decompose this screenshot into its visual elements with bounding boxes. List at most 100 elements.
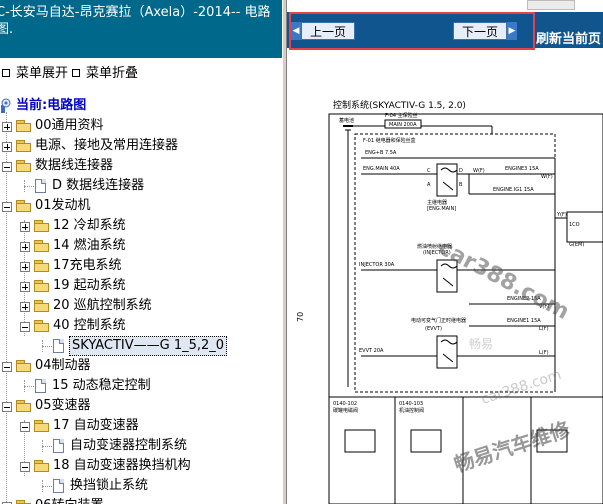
tree-item-shift-mechanism[interactable]: 18 自动变速器换挡机构 [0, 456, 282, 476]
document-icon [53, 479, 64, 493]
current-location-icon [1, 98, 11, 113]
tree-item-cooling[interactable]: 12 冷却系统 [0, 216, 282, 236]
pin-label: W(F) [473, 168, 485, 174]
tree-item-label: 06转向装置 [35, 496, 104, 504]
tree-item-control-system[interactable]: 40 控制系统 [0, 316, 282, 336]
tree-item-label: 00通用资料 [35, 118, 104, 133]
engine-igt-fuse-label: ENGINE.IG1 15A [493, 187, 534, 193]
tree-item-label: 19 起动系统 [53, 278, 126, 293]
collapse-toggle-icon[interactable] [20, 422, 30, 432]
folder-icon [34, 280, 50, 292]
nav-highlight-box [289, 12, 535, 50]
tree-item-shift-lock[interactable]: 换挡锁止系统 [0, 476, 282, 496]
collapse-all-button[interactable]: 菜单折叠 [72, 62, 138, 81]
collapse-toggle-icon[interactable] [2, 162, 12, 172]
tree-root[interactable]: 当前:电路图 [0, 96, 282, 116]
square-bullet-icon [2, 68, 10, 77]
expand-all-label: 菜单展开 [16, 66, 69, 81]
evvt-relay-label-en: (EVVT) [425, 326, 442, 332]
wiring-diagram: 70 控制系统(SKYACTIV-G 1.5, 2.0) 蓄电池 F-04 主保… [296, 99, 603, 504]
tree-item-label: 电源、接地及常用连接器 [35, 138, 179, 153]
tree-item-label: 20 巡航控制系统 [53, 298, 152, 313]
tree-item-brakes[interactable]: 04制动器 [0, 356, 282, 376]
folder-icon [16, 120, 32, 132]
tree-item-label: 14 燃油系统 [53, 238, 126, 253]
diagram-pane: ◀ 上一页 下一页 ▶ 刷新当前页 70 控制系统(SKYACTIV-G 1.5… [287, 0, 603, 504]
expand-toggle-icon[interactable] [20, 262, 30, 272]
main-relay-label-en: [ENG.MAIN] [427, 206, 456, 212]
collapse-all-label: 菜单折叠 [86, 66, 139, 81]
left-pane: C-长安马自达-昂克赛拉（Axela）-2014-- 电路图. 菜单展开 菜单折… [0, 0, 282, 504]
refresh-page-button[interactable]: 刷新当前页 [536, 28, 601, 47]
folder-icon [34, 300, 50, 312]
tree-item-transmission[interactable]: 05变速器 [0, 396, 282, 416]
tree-item-label: 15 动态稳定控制 [52, 378, 151, 393]
folder-icon [16, 140, 32, 152]
toolbar-stub [527, 0, 575, 10]
collapse-toggle-icon[interactable] [2, 202, 12, 212]
collapse-toggle-icon[interactable] [20, 462, 30, 472]
expand-toggle-icon[interactable] [2, 142, 12, 152]
tree-item-data-link[interactable]: 数据线连接器 [0, 156, 282, 176]
expand-toggle-icon[interactable] [20, 222, 30, 232]
pin-label: D [459, 168, 463, 174]
expand-toggle-icon[interactable] [2, 122, 12, 132]
tree-item-label: 17 自动变速器 [53, 418, 139, 433]
open-folder-icon [34, 460, 50, 472]
folder-icon [16, 500, 32, 504]
tree-item-label: 04制动器 [35, 358, 91, 373]
tree-item-steering[interactable]: 06转向装置 [0, 496, 282, 504]
pin-label: L(F) [539, 326, 549, 332]
watermark-text: car388.com [479, 367, 563, 408]
tree-item-auto-trans[interactable]: 17 自动变速器 [0, 416, 282, 436]
tree-item-engine[interactable]: 01发动机 [0, 196, 282, 216]
pin-label: A [427, 182, 431, 188]
eng-b-fuse-label: ENG+B 7.5A [365, 150, 397, 156]
f01-box-label: F-01 继电器和保险丝盒 [363, 137, 416, 144]
tree-item-label: 换挡锁止系统 [70, 478, 149, 493]
injector-fuse-label: INJECTOR 30A [359, 262, 395, 268]
tree-item-label: 数据线连接器 [35, 158, 114, 173]
collapse-toggle-icon[interactable] [2, 362, 12, 372]
tree-item-label: SKYACTIV——G 1_5,2_0 [69, 336, 228, 356]
pin-label: G(EM) [569, 242, 584, 248]
open-folder-icon [34, 420, 50, 432]
tree-item-general-info[interactable]: 00通用资料 [0, 116, 282, 136]
expand-all-button[interactable]: 菜单展开 [2, 62, 68, 81]
tree-item-skyactiv-selected[interactable]: SKYACTIV——G 1_5,2_0 [0, 336, 282, 356]
expand-toggle-icon[interactable] [20, 302, 30, 312]
tree-item-cruise[interactable]: 20 巡航控制系统 [0, 296, 282, 316]
tree-item-power-ground[interactable]: 电源、接地及常用连接器 [0, 136, 282, 156]
evvt-fuse-label: EVVT 20A [359, 348, 384, 354]
tree-item-label: 18 自动变速器换挡机构 [53, 458, 191, 473]
square-bullet-icon [72, 68, 80, 77]
folder-icon [34, 220, 50, 232]
document-icon [53, 339, 64, 353]
pin-label: B [459, 182, 463, 188]
expand-toggle-icon[interactable] [20, 242, 30, 252]
document-icon [53, 439, 64, 453]
tree-item-charging[interactable]: 17充电系统 [0, 256, 282, 276]
document-icon [35, 379, 46, 393]
tree-root-label: 当前:电路图 [16, 98, 87, 113]
folder-icon [34, 260, 50, 272]
tree-item-label: D 数据线连接器 [52, 178, 145, 193]
pin-label: C [427, 168, 431, 174]
tree-guide-line [42, 486, 52, 487]
connector2-code: 0140-103 [399, 401, 423, 407]
expand-toggle-icon[interactable] [20, 282, 30, 292]
tree-item-fuel[interactable]: 14 燃油系统 [0, 236, 282, 256]
tree-item-data-link-doc[interactable]: D 数据线连接器 [0, 176, 282, 196]
window-title-bar: C-长安马自达-昂克赛拉（Axela）-2014-- 电路图. [0, 0, 282, 58]
tree-item-label: 自动变速器控制系统 [70, 438, 188, 453]
tree-guide-line [42, 346, 52, 347]
tree-item-label: 17充电系统 [53, 258, 122, 273]
collapse-toggle-icon[interactable] [20, 322, 30, 332]
tree-item-auto-trans-control[interactable]: 自动变速器控制系统 [0, 436, 282, 456]
tree-item-dsc[interactable]: 15 动态稳定控制 [0, 376, 282, 396]
tree-item-starting[interactable]: 19 起动系统 [0, 276, 282, 296]
tree-item-label: 40 控制系统 [53, 318, 126, 333]
engine3-fuse-label: ENGINE3 15A [505, 166, 539, 172]
collapse-toggle-icon[interactable] [2, 402, 12, 412]
connector1-shape [344, 429, 376, 453]
